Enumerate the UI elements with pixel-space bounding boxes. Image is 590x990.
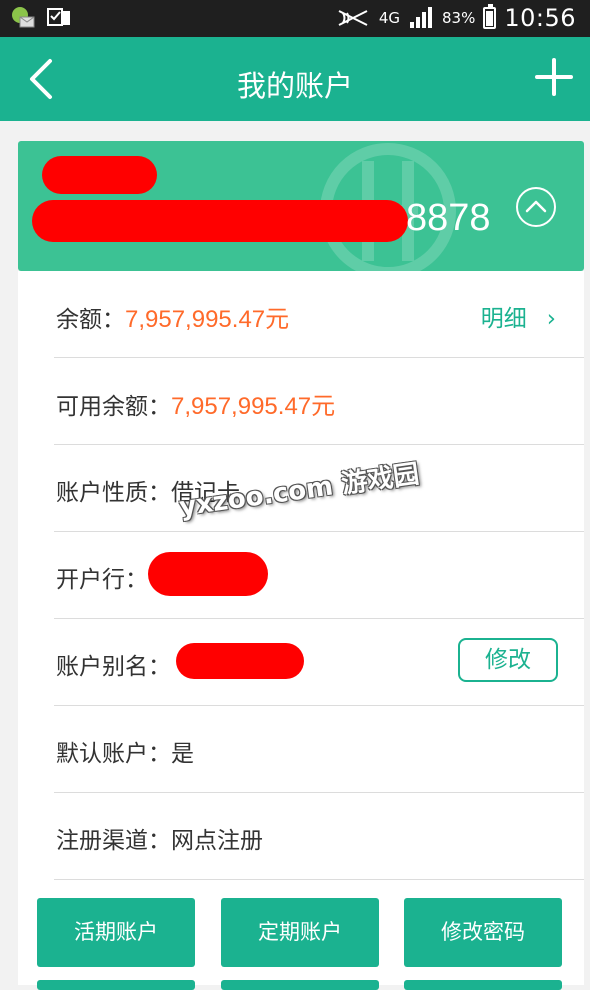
signal-icon xyxy=(409,7,432,28)
redacted-bank xyxy=(148,552,268,596)
detail-link[interactable]: 明细 › xyxy=(481,299,556,333)
clock: 10:56 xyxy=(504,4,576,32)
redacted-alias xyxy=(176,643,304,679)
notification-icons xyxy=(10,6,72,28)
available-label: 可用余额： xyxy=(56,394,171,420)
chevron-right-icon: › xyxy=(546,306,556,332)
redacted-card-number xyxy=(32,200,408,242)
bank-row: 开户行： xyxy=(54,532,584,619)
network-type: 4G xyxy=(378,9,400,27)
available-balance-row: 可用余额：7,957,995.47元 xyxy=(54,358,584,445)
balance-value: 7,957,995.47元 xyxy=(125,306,290,333)
fixed-account-button[interactable]: 定期账户 xyxy=(221,898,379,967)
card-number-tail: 8878 xyxy=(406,197,491,239)
page-title: 我的账户 xyxy=(236,69,353,103)
balance-row: 余额：7,957,995.47元 明细 › xyxy=(54,271,584,358)
default-account: 默认账户：是 xyxy=(56,741,194,767)
edit-alias-button[interactable]: 修改 xyxy=(458,638,558,682)
detail-link-label: 明细 xyxy=(480,306,527,332)
chevron-up-circle-icon[interactable] xyxy=(514,185,558,229)
account-details: 余额：7,957,995.47元 明细 › 可用余额：7,957,995.47元 … xyxy=(18,271,584,985)
more-action-button[interactable] xyxy=(404,980,562,990)
battery-icon xyxy=(483,4,497,29)
current-account-button[interactable]: 活期账户 xyxy=(37,898,195,967)
more-action-button[interactable] xyxy=(221,980,379,990)
redacted-account-name xyxy=(42,156,157,194)
alias-row: 账户别名： 修改 xyxy=(54,619,584,706)
alias-label: 账户别名： xyxy=(56,654,171,680)
mail-notification-icon xyxy=(12,7,35,28)
system-status: 4G 83% 10:56 xyxy=(337,4,576,32)
change-password-button[interactable]: 修改密码 xyxy=(404,898,562,967)
mute-icon xyxy=(338,10,368,26)
available-value: 7,957,995.47元 xyxy=(171,393,336,420)
register-channel: 注册渠道：网点注册 xyxy=(56,828,263,854)
plus-icon[interactable] xyxy=(534,57,574,97)
status-bar: 4G 83% 10:56 xyxy=(0,0,590,37)
balance-label: 余额： xyxy=(56,307,125,333)
default-account-row: 默认账户：是 xyxy=(54,706,584,793)
register-channel-row: 注册渠道：网点注册 xyxy=(54,793,584,880)
task-notification-icon xyxy=(47,8,70,26)
more-action-button[interactable] xyxy=(37,980,195,990)
bank-label: 开户行： xyxy=(56,567,148,593)
battery-percent: 83% xyxy=(441,9,476,27)
app-header: 我的账户 xyxy=(0,37,590,121)
